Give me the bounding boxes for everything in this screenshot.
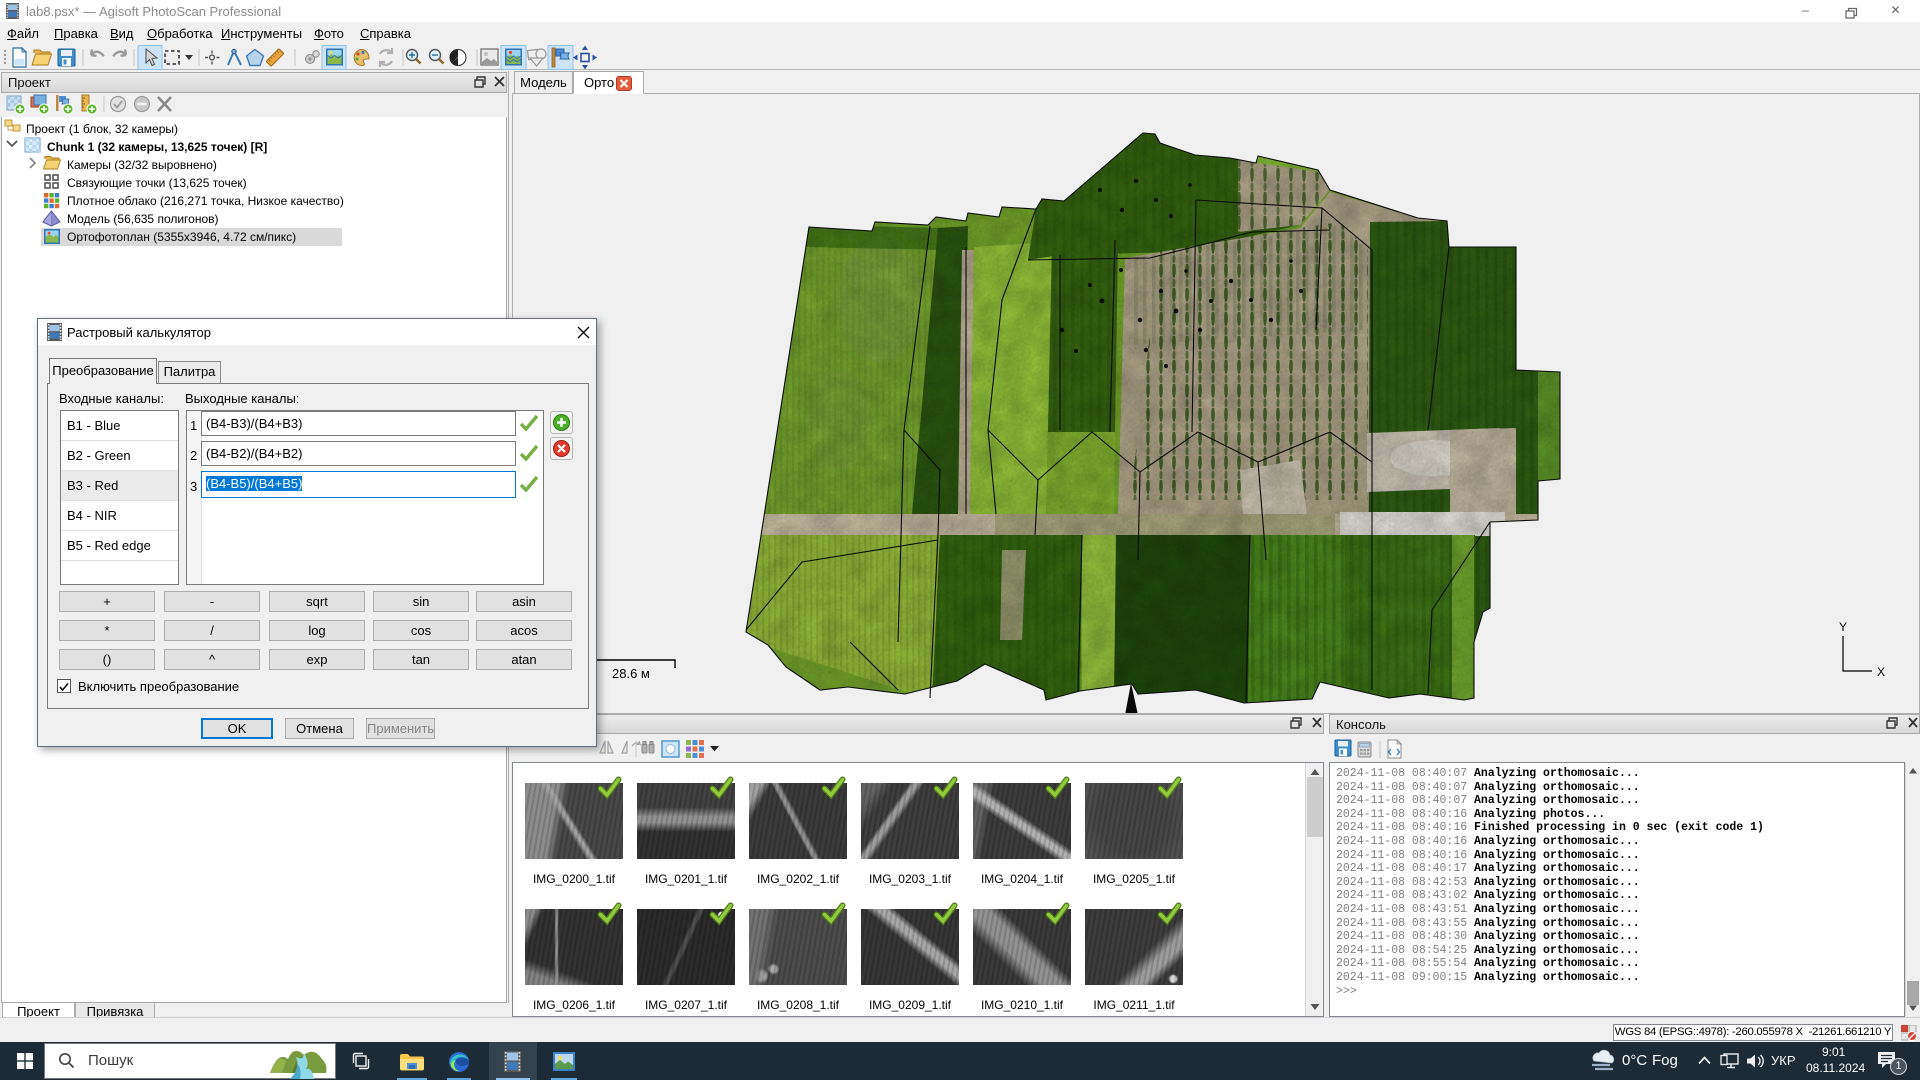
svg-text:Y: Y [1839, 620, 1847, 634]
svg-text:28.6 м: 28.6 м [612, 666, 650, 681]
svg-text:X: X [1877, 665, 1885, 679]
